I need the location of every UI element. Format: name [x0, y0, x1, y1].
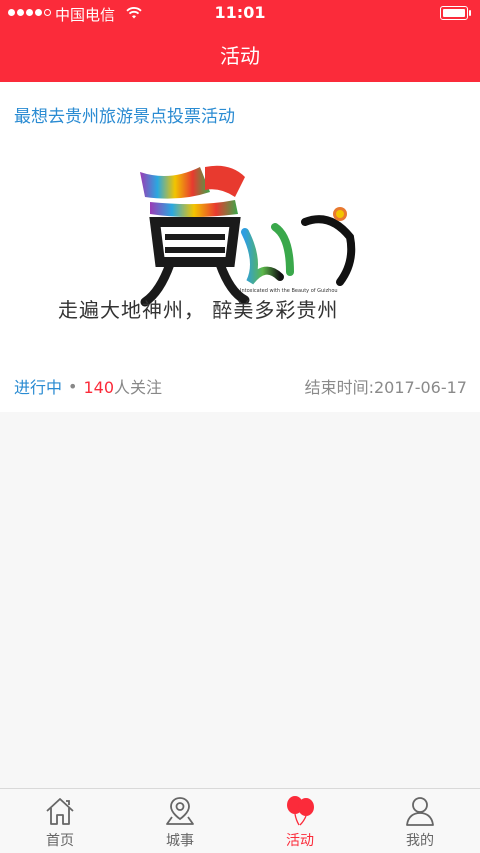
status-bar: 中国电信 11:01 — [0, 0, 480, 28]
activity-status: 进行中 — [14, 378, 63, 397]
app: 中国电信 11:01 活动 最想去贵州旅游景点投票活动 Intoxicated … — [0, 0, 480, 853]
battery-icon — [440, 6, 471, 20]
followers-count: 140 — [83, 378, 114, 397]
tab-bar: 首页 城事 活动 我的 — [0, 788, 480, 853]
meta-separator: • — [68, 376, 78, 396]
tab-activities-label: 活动 — [286, 833, 314, 849]
tab-city-events-label: 城事 — [166, 833, 194, 849]
user-icon — [406, 797, 434, 826]
activity-title[interactable]: 最想去贵州旅游景点投票活动 — [14, 102, 235, 127]
banner-slogan: 走遍大地神州， 醉美多彩贵州 — [58, 298, 339, 322]
top-bar: 中国电信 11:01 活动 — [0, 0, 480, 82]
tab-activities[interactable]: 活动 — [240, 789, 360, 853]
tab-mine-label: 我的 — [406, 833, 434, 849]
activity-meta: 进行中 • 140人关注 — [14, 374, 162, 398]
tab-home-label: 首页 — [46, 833, 74, 849]
tab-home[interactable]: 首页 — [0, 789, 120, 853]
tab-city-events[interactable]: 城事 — [120, 789, 240, 853]
status-time: 11:01 — [214, 3, 266, 22]
activity-end-time: 结束时间:2017-06-17 — [304, 378, 467, 397]
balloons-icon — [287, 796, 314, 826]
home-icon — [46, 798, 74, 825]
tab-mine[interactable]: 我的 — [360, 789, 480, 853]
location-icon — [166, 797, 194, 825]
followers-label: 人关注 — [114, 378, 163, 397]
activity-card[interactable]: 最想去贵州旅游景点投票活动 Intoxicated with the Beaut… — [0, 82, 480, 412]
page-title: 活动 — [220, 44, 260, 68]
